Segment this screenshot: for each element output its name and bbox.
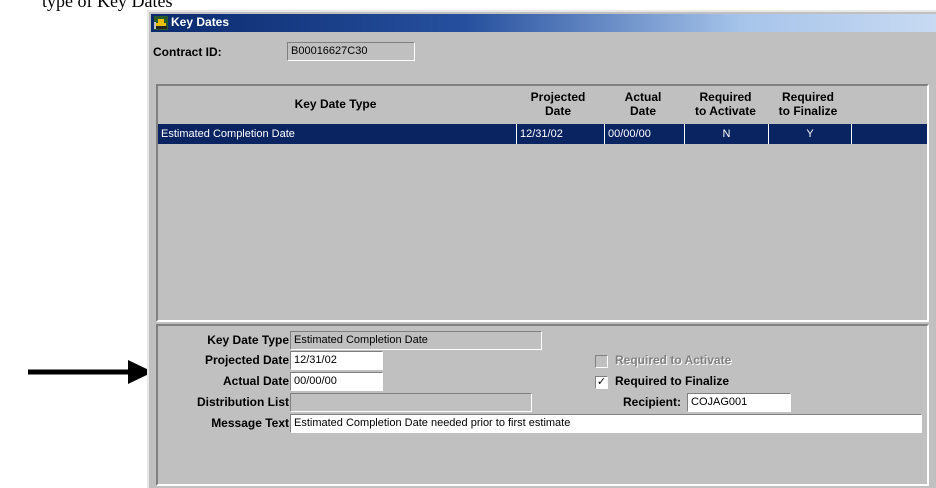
message-text-field[interactable]: Estimated Completion Date needed prior t…	[290, 414, 922, 433]
key-dates-grid: Key Date Type Projected Date Actual Date R…	[156, 84, 929, 322]
header-required-to-activate[interactable]: Required to Activate	[683, 90, 768, 120]
message-text-label: Message Text:	[211, 416, 293, 430]
distribution-list-field[interactable]	[290, 393, 532, 412]
required-to-finalize-checkbox[interactable]: ✓	[595, 376, 608, 389]
required-to-activate-checkbox[interactable]	[595, 355, 608, 368]
projected-date-label: Projected Date:	[204, 353, 293, 367]
header-actual-date[interactable]: Actual Date	[603, 90, 683, 120]
required-to-activate-label: Required to Activate	[615, 353, 732, 367]
detail-panel: Key Date Type: Estimated Completion Date…	[156, 324, 929, 486]
header-key-date-type[interactable]: Key Date Type	[158, 90, 513, 120]
contract-id-label: Contract ID:	[153, 45, 222, 59]
distribution-list-label: Distribution List:	[197, 395, 293, 409]
title-bar: Key Dates	[151, 14, 936, 32]
key-date-type-field[interactable]: Estimated Completion Date	[290, 331, 542, 350]
cell-projected-date: 12/31/02	[517, 124, 605, 144]
actual-date-label: Actual Date:	[222, 374, 293, 388]
header-projected-date[interactable]: Projected Date	[513, 90, 603, 120]
recipient-label: Recipient:	[623, 395, 682, 409]
cell-required-to-activate: N	[685, 124, 769, 144]
table-row[interactable]: Estimated Completion Date 12/31/02 00/00…	[158, 124, 927, 144]
key-dates-window: Key Dates Contract ID: B00016627C30 Key …	[147, 10, 936, 488]
required-to-finalize-label: Required to Finalize	[615, 374, 730, 388]
arrow-right-icon	[28, 360, 153, 384]
window-title: Key Dates	[171, 15, 230, 29]
actual-date-field[interactable]: 00/00/00	[290, 372, 383, 391]
projected-date-field[interactable]: 12/31/02	[290, 351, 383, 370]
contract-id-field[interactable]: B00016627C30	[287, 42, 415, 61]
cell-key-date-type: Estimated Completion Date	[158, 124, 517, 144]
header-required-to-finalize[interactable]: Required to Finalize	[768, 90, 848, 120]
cell-actual-date: 00/00/00	[605, 124, 685, 144]
recipient-field[interactable]: COJAG001	[687, 393, 791, 412]
bulldozer-icon	[154, 16, 168, 30]
key-date-type-label: Key Date Type:	[207, 333, 293, 347]
cell-required-to-finalize: Y	[769, 124, 852, 144]
checkmark-icon: ✓	[596, 376, 607, 388]
